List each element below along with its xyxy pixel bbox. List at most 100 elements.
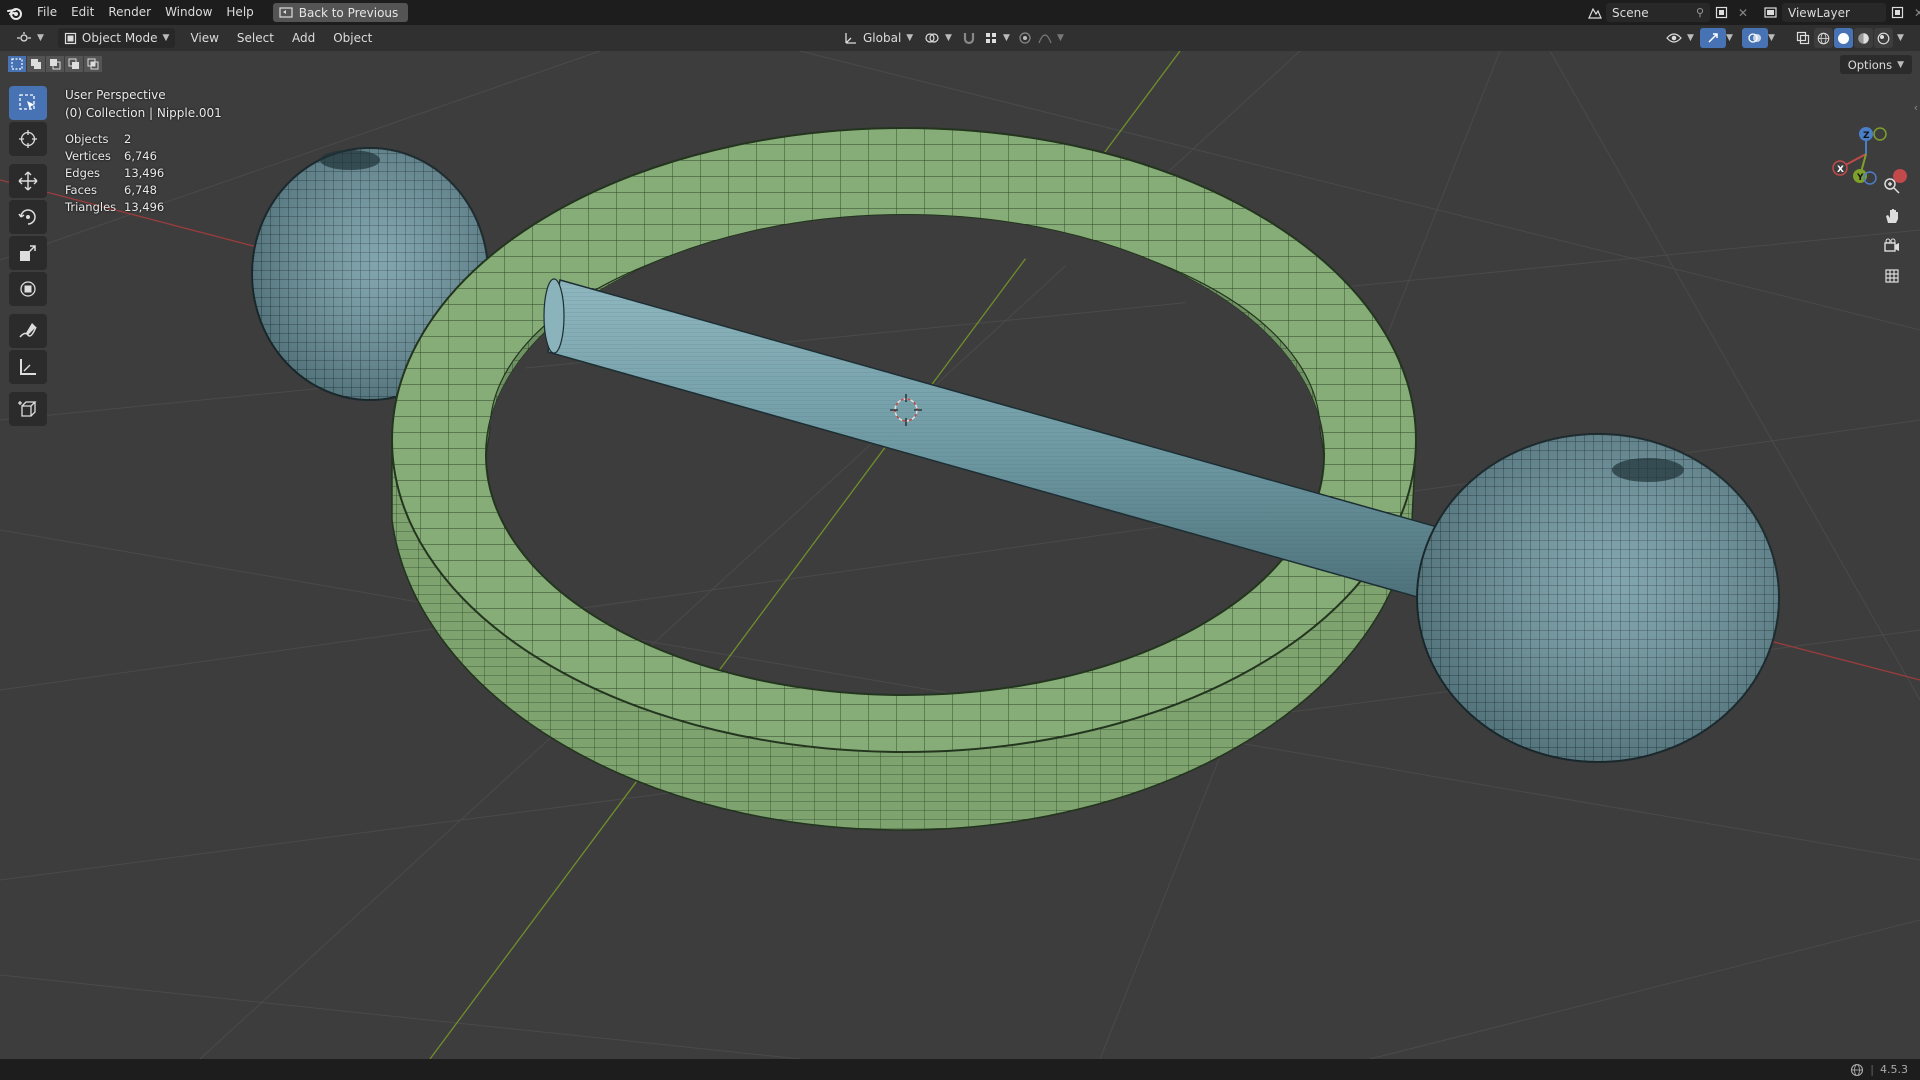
cursor-icon <box>19 130 37 148</box>
tool-select-box[interactable] <box>9 86 47 120</box>
stat-value: 13,496 <box>124 166 165 180</box>
status-bar: | 4.5.3 <box>0 1059 1920 1080</box>
select-extend-button[interactable] <box>27 56 45 72</box>
menu-window[interactable]: Window <box>158 0 219 25</box>
camera-icon <box>1884 238 1899 252</box>
chevron-down-icon: ▼ <box>162 33 170 43</box>
new-scene-icon[interactable] <box>1710 3 1732 22</box>
tool-scale[interactable] <box>9 236 47 270</box>
stat-row: Edges 13,496 <box>65 165 164 182</box>
tool-measure[interactable] <box>9 350 47 384</box>
camera-view-button[interactable] <box>1878 232 1906 260</box>
tool-shelf <box>9 86 47 428</box>
gizmo-y-negative <box>1873 127 1887 141</box>
move-icon <box>18 171 38 191</box>
ortho-toggle-button[interactable] <box>1878 262 1906 290</box>
scene-selector: Scene ⚲ ✕ <box>1584 0 1754 25</box>
hand-icon <box>1886 209 1898 223</box>
pin-icon[interactable]: ⚲ <box>1696 6 1704 19</box>
pivot-point-dropdown[interactable]: ▼ <box>918 28 958 48</box>
globe-icon[interactable] <box>1850 1063 1864 1077</box>
select-subtract-icon <box>50 59 61 70</box>
select-subtract-button[interactable] <box>46 56 64 72</box>
back-to-previous-button[interactable]: Back to Previous <box>272 3 409 22</box>
stat-row: Faces 6,748 <box>65 182 164 199</box>
menu-view[interactable]: View <box>181 25 227 51</box>
visibility-dropdown[interactable]: ▼ <box>1660 28 1700 48</box>
gizmos-toggle[interactable] <box>1700 28 1726 48</box>
tool-move[interactable] <box>9 164 47 198</box>
right-sphere <box>1416 433 1780 763</box>
material-sphere-icon <box>1858 32 1869 44</box>
mode-dropdown[interactable]: Object Mode ▼ <box>57 28 176 48</box>
select-invert-button[interactable] <box>65 56 83 72</box>
tool-transform[interactable] <box>9 272 47 306</box>
view-layer-field[interactable]: ViewLayer <box>1782 3 1886 22</box>
viewport-editor-icon <box>17 32 31 42</box>
overlays-icon <box>1748 33 1761 43</box>
view-layer-icon[interactable] <box>1760 3 1782 22</box>
xray-toggle[interactable] <box>1790 28 1816 48</box>
scene-name-field[interactable]: Scene ⚲ <box>1606 3 1710 22</box>
gizmos-chevron-down-icon[interactable]: ▼ <box>1726 33 1733 43</box>
shading-modes <box>1814 28 1893 48</box>
select-new-button[interactable] <box>8 56 26 72</box>
blender-logo-icon[interactable] <box>0 0 30 25</box>
stat-row: Objects 2 <box>65 131 164 148</box>
falloff-dropdown[interactable]: ▼ <box>1032 28 1070 48</box>
tool-add-cube[interactable] <box>9 392 47 426</box>
selection-mode-group <box>8 56 102 72</box>
zoom-button[interactable] <box>1878 172 1906 200</box>
transform-orientation-dropdown[interactable]: Global ▼ <box>838 28 919 48</box>
overlays-chevron-down-icon[interactable]: ▼ <box>1768 33 1775 43</box>
delete-scene-icon[interactable]: ✕ <box>1732 3 1754 22</box>
scene-canvas[interactable] <box>0 51 1920 1059</box>
chevron-down-icon: ▼ <box>1057 33 1064 43</box>
3d-viewport[interactable]: User Perspective (0) Collection | Nipple… <box>0 51 1920 1059</box>
new-view-layer-icon[interactable] <box>1886 3 1908 22</box>
scale-icon <box>20 245 36 261</box>
shading-solid-button[interactable] <box>1834 28 1853 48</box>
sidebar-toggle-icon[interactable]: ‹ <box>1914 101 1918 114</box>
menu-help[interactable]: Help <box>219 0 260 25</box>
shading-chevron-down-icon[interactable]: ▼ <box>1897 33 1904 43</box>
stat-row: Vertices 6,746 <box>65 148 164 165</box>
shading-rendered-button[interactable] <box>1874 28 1893 48</box>
chevron-down-icon: ▼ <box>1003 33 1010 43</box>
menu-add[interactable]: Add <box>283 25 324 51</box>
shading-material-button[interactable] <box>1854 28 1873 48</box>
back-to-previous-label: Back to Previous <box>298 5 399 20</box>
options-button[interactable]: Options ▼ <box>1839 55 1912 74</box>
proportional-edit-icon <box>1019 32 1031 44</box>
delete-view-layer-icon[interactable]: ✕ <box>1908 3 1920 22</box>
shading-wireframe-button[interactable] <box>1814 28 1833 48</box>
scene-icon[interactable] <box>1584 3 1606 22</box>
menu-select[interactable]: Select <box>228 25 283 51</box>
tool-cursor[interactable] <box>9 122 47 156</box>
select-intersect-button[interactable] <box>84 56 102 72</box>
menu-edit[interactable]: Edit <box>64 0 101 25</box>
menu-file[interactable]: File <box>30 0 64 25</box>
pan-button[interactable] <box>1878 202 1906 230</box>
gizmo-z-label: Z <box>1863 131 1870 141</box>
select-extend-icon <box>31 59 41 69</box>
menu-render[interactable]: Render <box>101 0 158 25</box>
gizmo-icon <box>1708 33 1718 43</box>
scene-name: Scene <box>1612 5 1649 20</box>
viewport-header: ▼ Object Mode ▼ View Select Add Object G… <box>0 25 1920 51</box>
gizmo-y-label: Y <box>1856 173 1864 183</box>
transform-icon <box>20 281 36 297</box>
transform-orientation-label: Global <box>863 31 902 45</box>
scene-statistics: Objects 2 Vertices 6,746 Edges 13,496 Faces… <box>65 131 164 216</box>
tool-annotate[interactable] <box>9 314 47 348</box>
mode-label: Object Mode <box>81 31 158 45</box>
tool-rotate[interactable] <box>9 200 47 234</box>
editor-type-button[interactable]: ▼ <box>10 28 50 48</box>
menu-object[interactable]: Object <box>324 25 381 51</box>
snap-target-dropdown[interactable]: ▼ <box>978 28 1016 48</box>
overlays-toggle[interactable] <box>1742 28 1768 48</box>
stat-value: 6,748 <box>124 183 157 197</box>
eye-icon <box>1666 33 1682 43</box>
stat-label: Objects <box>65 132 109 146</box>
stat-label: Faces <box>65 183 97 197</box>
